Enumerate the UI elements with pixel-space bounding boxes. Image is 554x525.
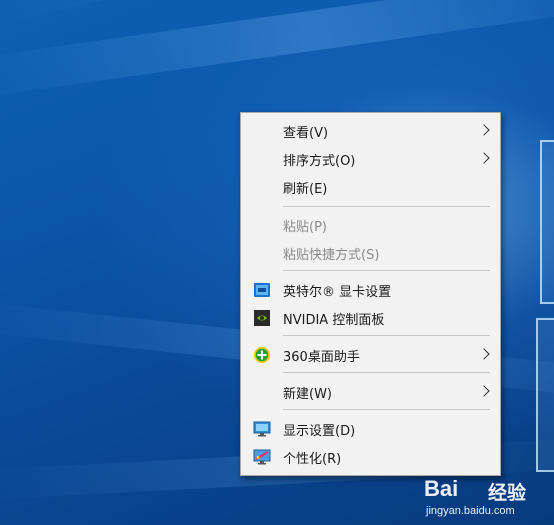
display-settings-icon <box>253 420 271 438</box>
chevron-right-icon <box>478 152 490 164</box>
menu-item-paste-shortcut[interactable]: 粘贴快捷方式(S) <box>241 240 500 266</box>
intel-graphics-icon <box>253 281 271 299</box>
wallpaper-window-pane <box>540 140 554 304</box>
wallpaper-window-pane <box>536 318 554 472</box>
menu-item-sort-by[interactable]: 排序方式(O) <box>241 146 500 172</box>
chevron-right-icon <box>478 124 490 136</box>
menu-item-view[interactable]: 查看(V) <box>241 118 500 144</box>
menu-item-label: 个性化(R) <box>283 451 342 467</box>
menu-item-label: 英特尔® 显卡设置 <box>283 284 392 300</box>
menu-item-nvidia-control-panel[interactable]: NVIDIA 控制面板 <box>241 305 500 331</box>
menu-item-label: 360桌面助手 <box>283 349 360 365</box>
chevron-right-icon <box>478 385 490 397</box>
wallpaper-light-beam <box>0 0 554 100</box>
menu-item-label: 新建(W) <box>283 386 332 402</box>
menu-separator <box>283 335 490 336</box>
menu-item-new[interactable]: 新建(W) <box>241 379 500 405</box>
menu-separator <box>283 270 490 271</box>
menu-item-label: 显示设置(D) <box>283 423 356 439</box>
desktop-context-menu: 查看(V) 排序方式(O) 刷新(E) 粘贴(P) 粘贴快捷方式(S) 英特尔®… <box>240 112 501 476</box>
menu-item-360-desktop-assistant[interactable]: 360桌面助手 <box>241 342 500 368</box>
chevron-right-icon <box>478 348 490 360</box>
menu-item-label: 查看(V) <box>283 125 329 141</box>
watermark-url: jingyan.baidu.com <box>426 505 515 517</box>
personalize-icon <box>253 448 271 466</box>
menu-item-label: 粘贴(P) <box>283 219 327 235</box>
menu-item-personalize[interactable]: 个性化(R) <box>241 444 500 470</box>
menu-separator <box>283 409 490 410</box>
nvidia-icon <box>253 309 271 327</box>
menu-item-label: 排序方式(O) <box>283 153 356 169</box>
menu-item-intel-graphics[interactable]: 英特尔® 显卡设置 <box>241 277 500 303</box>
360-icon <box>253 346 271 364</box>
baidu-jingyan-watermark: Bai 经验 jingyan.baidu.com <box>424 474 554 525</box>
menu-item-label: NVIDIA 控制面板 <box>283 312 385 328</box>
watermark-brand: Bai <box>424 476 459 501</box>
watermark-brand-suffix: 经验 <box>488 482 527 504</box>
menu-item-paste[interactable]: 粘贴(P) <box>241 212 500 238</box>
menu-item-display-settings[interactable]: 显示设置(D) <box>241 416 500 442</box>
menu-separator <box>283 206 490 207</box>
menu-item-refresh[interactable]: 刷新(E) <box>241 174 500 200</box>
menu-item-label: 粘贴快捷方式(S) <box>283 247 380 263</box>
menu-item-label: 刷新(E) <box>283 181 328 197</box>
menu-separator <box>283 372 490 373</box>
